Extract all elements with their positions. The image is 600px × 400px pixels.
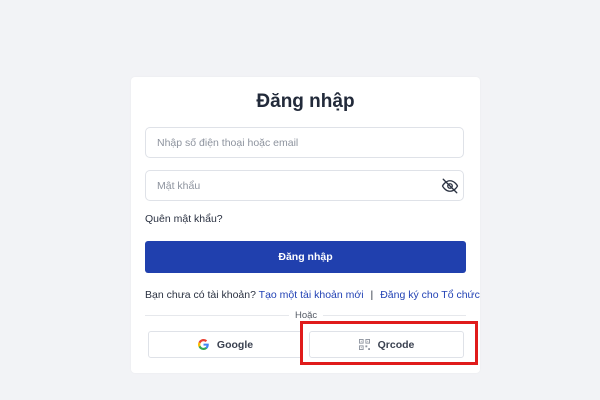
eye-slash-icon[interactable] xyxy=(441,177,459,195)
google-label: Google xyxy=(216,338,254,351)
qrcode-icon xyxy=(358,339,378,350)
password-input[interactable] xyxy=(146,171,437,200)
signup-line: Bạn chưa có tài khoản? Tạo một tài khoản… xyxy=(145,289,480,301)
login-card: Đăng nhập Quên mật khẩu? Đăng nhập Bạn c… xyxy=(131,77,480,373)
qrcode-login-button[interactable]: Qrcode xyxy=(309,331,464,358)
phone-email-field[interactable] xyxy=(145,127,464,158)
link-separator: | xyxy=(370,289,374,301)
create-account-link[interactable]: Tạo một tài khoản mới xyxy=(259,289,364,301)
login-button[interactable]: Đăng nhập xyxy=(145,241,466,273)
phone-email-input[interactable] xyxy=(146,128,437,157)
page-title: Đăng nhập xyxy=(256,91,355,112)
google-login-button[interactable]: Google xyxy=(148,331,303,358)
or-text: Hoặc xyxy=(289,310,324,321)
password-field[interactable] xyxy=(145,170,464,201)
no-account-text: Bạn chưa có tài khoản? xyxy=(145,289,256,301)
forgot-password-link[interactable]: Quên mật khẩu? xyxy=(145,213,223,225)
google-icon xyxy=(197,339,217,350)
org-register-link[interactable]: Đăng ký cho Tổ chức xyxy=(380,289,480,301)
qrcode-label: Qrcode xyxy=(377,338,415,351)
